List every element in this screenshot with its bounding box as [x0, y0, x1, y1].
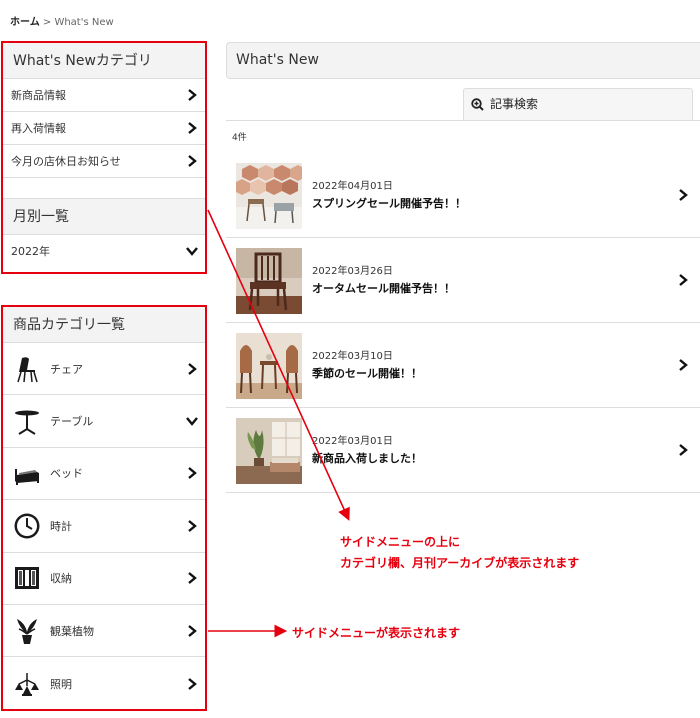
chevron-right-icon — [679, 359, 688, 371]
bed-icon — [15, 469, 39, 486]
sidebar-item-holidays[interactable]: 今月の店休日お知らせ — [3, 145, 205, 178]
chevron-right-icon — [679, 444, 688, 456]
category-box-title: What's Newカテゴリ — [3, 43, 205, 79]
article-search-tab[interactable]: 記事検索 — [463, 88, 693, 120]
chevron-right-icon — [188, 89, 197, 101]
category-item-storage[interactable]: 収納 — [3, 553, 205, 605]
clock-icon — [14, 513, 40, 539]
news-title: スプリングセール開催予告！！ — [312, 197, 466, 210]
article-search-label: 記事検索 — [490, 97, 539, 111]
category-label: 観葉植物 — [50, 624, 94, 638]
sidebar-item-restock[interactable]: 再入荷情報 — [3, 112, 205, 145]
annotation-note-line1: サイドメニューの上に — [340, 535, 461, 549]
chevron-down-icon — [186, 246, 198, 256]
sidebar-item-label: 再入荷情報 — [11, 122, 66, 135]
category-item-lighting[interactable]: 照明 — [3, 657, 205, 709]
news-thumbnail — [236, 163, 302, 229]
sidebar-item-label: 今月の店休日お知らせ — [11, 155, 121, 168]
news-list-item[interactable]: 2022年03月10日 季節のセール開催！！ — [226, 323, 700, 408]
annotation-note-line2: カテゴリ欄、月刊アーカイブが表示されます — [340, 556, 580, 570]
monthly-archive-select[interactable]: 2022年 — [3, 235, 205, 266]
chevron-right-icon — [188, 624, 197, 637]
news-date: 2022年03月10日 — [312, 351, 393, 362]
breadcrumb-current: What's New — [54, 17, 114, 28]
breadcrumb-separator: > — [39, 17, 55, 28]
plant-icon — [17, 618, 37, 644]
category-item-bed[interactable]: ベッド — [3, 448, 205, 501]
chevron-right-icon — [679, 274, 688, 286]
category-label: 収納 — [50, 572, 72, 586]
news-list-item[interactable]: 2022年03月01日 新商品入荷しました！ — [226, 408, 700, 493]
category-item-chair[interactable]: チェア — [3, 343, 205, 396]
news-title: 季節のセール開催！！ — [312, 367, 422, 380]
annotation-note-sidemenu: サイドメニューが表示されます — [292, 626, 461, 640]
search-zoom-icon — [471, 98, 484, 111]
section-spacer — [3, 178, 205, 199]
product-category-title: 商品カテゴリ一覧 — [3, 307, 205, 343]
page-title: What's New — [226, 42, 700, 79]
tab-divider — [226, 120, 700, 121]
chevron-right-icon — [188, 362, 197, 375]
category-label: ベッド — [50, 467, 83, 481]
result-count: 4件 — [232, 133, 247, 143]
category-label: 時計 — [50, 519, 72, 533]
chevron-right-icon — [188, 677, 197, 690]
chevron-right-icon — [188, 519, 197, 532]
news-list-item[interactable]: 2022年03月26日 オータムセール開催予告！！ — [226, 238, 700, 323]
news-date: 2022年03月26日 — [312, 266, 393, 277]
whats-new-category-box: What's Newカテゴリ 新商品情報 再入荷情報 今月の店休日お知らせ 月別… — [1, 41, 207, 274]
category-item-clock[interactable]: 時計 — [3, 500, 205, 553]
breadcrumb-home-link[interactable]: ホーム — [10, 17, 40, 28]
table-icon — [15, 410, 39, 435]
category-label: チェア — [50, 362, 83, 376]
chair-icon — [17, 356, 38, 382]
chevron-down-icon — [186, 417, 198, 426]
news-title: オータムセール開催予告！！ — [312, 282, 455, 295]
monthly-archive-title: 月別一覧 — [3, 199, 205, 235]
sidebar-item-label: 新商品情報 — [11, 89, 66, 102]
news-thumbnail — [236, 418, 302, 484]
category-label: 照明 — [50, 677, 72, 691]
chevron-right-icon — [188, 467, 197, 480]
category-item-plant[interactable]: 観葉植物 — [3, 605, 205, 658]
news-list-item[interactable]: 2022年04月01日 スプリングセール開催予告！！ — [226, 153, 700, 238]
category-label: テーブル — [50, 415, 94, 429]
chevron-right-icon — [188, 155, 197, 167]
sidebar-item-new-products[interactable]: 新商品情報 — [3, 79, 205, 112]
news-thumbnail — [236, 248, 302, 314]
monthly-archive-value: 2022年 — [11, 245, 50, 258]
chevron-right-icon — [679, 189, 688, 201]
news-thumbnail — [236, 333, 302, 399]
chevron-right-icon — [188, 122, 197, 134]
breadcrumb: ホーム > What's New — [10, 13, 114, 28]
news-date: 2022年04月01日 — [312, 181, 393, 192]
product-category-box: 商品カテゴリ一覧 チェア テーブル ベッド 時計 収納 観葉植物 照明 — [1, 305, 207, 711]
storage-icon — [15, 567, 39, 590]
news-date: 2022年03月01日 — [312, 436, 393, 447]
news-title: 新商品入荷しました！ — [312, 452, 422, 465]
chevron-right-icon — [188, 572, 197, 585]
lighting-icon — [15, 672, 39, 696]
category-item-table[interactable]: テーブル — [3, 395, 205, 448]
